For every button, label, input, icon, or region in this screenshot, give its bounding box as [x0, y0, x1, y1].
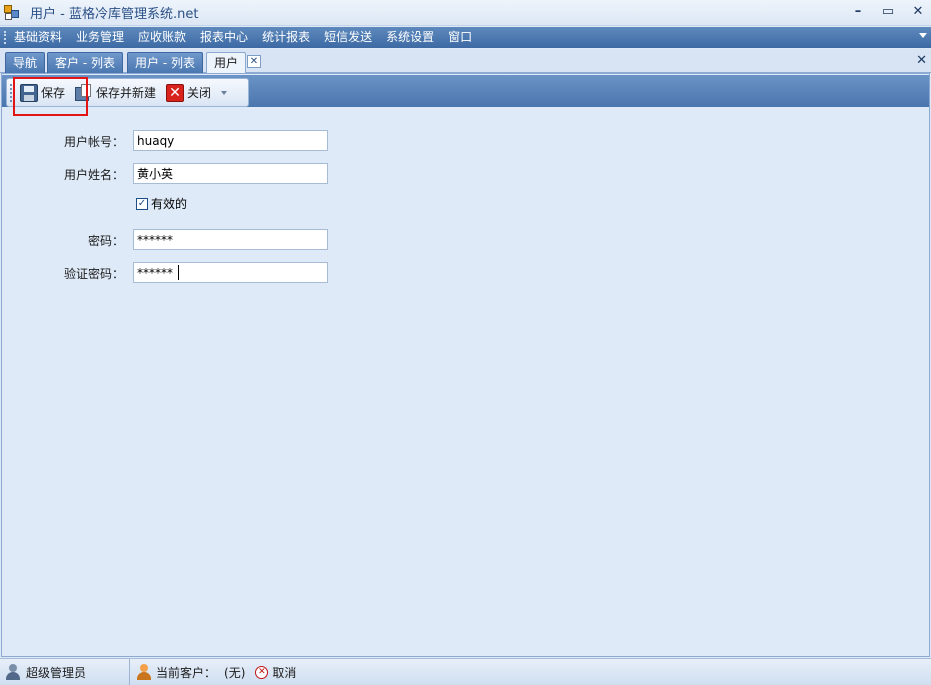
save-and-new-button[interactable]: 保存并新建	[71, 81, 160, 105]
active-label: 有效的	[151, 197, 188, 211]
menu-item-basic-data[interactable]: 基础资料	[10, 27, 69, 48]
password-label: 密码：	[87, 234, 124, 248]
account-input[interactable]	[133, 130, 328, 151]
current-customer-segment: 当前客户： (无) ✕ 取消	[130, 659, 302, 685]
menu-item-window[interactable]: 窗口	[441, 27, 479, 48]
menu-item-receivables[interactable]: 应收账款	[131, 27, 193, 48]
tab-customer-list[interactable]: 客户 - 列表	[47, 52, 123, 73]
text-cursor	[178, 265, 179, 280]
current-user-segment: 超级管理员	[0, 658, 130, 685]
toolbar: 保存 保存并新建 ✕ 关闭	[6, 78, 249, 107]
status-bar: 超级管理员 当前客户： (无) ✕ 取消	[0, 658, 931, 685]
save-new-icon	[75, 83, 93, 102]
menu-item-sms[interactable]: 短信发送	[317, 27, 379, 48]
cancel-customer-link[interactable]: 取消	[272, 664, 296, 681]
name-input[interactable]	[133, 163, 328, 184]
active-checkbox[interactable]: ✓	[136, 197, 148, 210]
content-panel: 保存 保存并新建 ✕ 关闭 用户帐号： 用户姓名： ✓ 有效的 密码： 验证密码…	[1, 73, 930, 657]
close-icon: ✕	[166, 83, 185, 102]
active-checkbox-row[interactable]: ✓ 有效的	[136, 195, 187, 212]
menu-bar: 基础资料 业务管理 应收账款 报表中心 统计报表 短信发送 系统设置 窗口	[0, 27, 931, 48]
account-label: 用户帐号：	[63, 135, 124, 149]
save-icon	[20, 83, 38, 102]
window-title: 用户 - 蓝格冷库管理系统.net	[30, 7, 199, 22]
maximize-button[interactable]: ▭	[881, 4, 895, 20]
toolbar-grip[interactable]	[10, 83, 14, 102]
toolbar-strip: 保存 保存并新建 ✕ 关闭	[2, 75, 929, 107]
close-window-button[interactable]: ✕	[911, 4, 925, 20]
user-icon	[6, 664, 20, 680]
save-and-new-label: 保存并新建	[96, 86, 157, 100]
close-document-icon[interactable]: ✕	[916, 53, 927, 68]
current-user: 超级管理员	[26, 665, 87, 680]
app-icon	[4, 4, 20, 21]
confirm-password-label: 验证密码：	[63, 267, 124, 281]
toolbar-options-icon[interactable]	[221, 90, 228, 95]
minimize-button[interactable]: –	[851, 4, 865, 20]
menu-item-settings[interactable]: 系统设置	[379, 27, 441, 48]
save-button[interactable]: 保存	[16, 81, 69, 105]
password-input[interactable]	[133, 229, 328, 250]
tab-close-icon[interactable]: ✕	[247, 55, 261, 68]
customer-icon	[136, 664, 152, 680]
title-bar: 用户 - 蓝格冷库管理系统.net – ▭ ✕	[0, 0, 931, 26]
tab-bar: 导航 客户 - 列表 用户 - 列表 用户 ✕	[0, 49, 931, 74]
chevron-down-icon[interactable]	[919, 33, 927, 38]
confirm-password-input[interactable]	[133, 262, 328, 283]
tab-user-list[interactable]: 用户 - 列表	[127, 52, 203, 73]
save-button-label: 保存	[41, 86, 66, 100]
tab-navigation[interactable]: 导航	[5, 52, 46, 73]
menu-item-report-center[interactable]: 报表中心	[193, 27, 255, 48]
close-button[interactable]: ✕ 关闭	[162, 81, 215, 105]
tab-user[interactable]: 用户	[206, 52, 247, 74]
close-button-label: 关闭	[187, 86, 212, 100]
menu-item-business[interactable]: 业务管理	[69, 27, 131, 48]
cancel-icon[interactable]: ✕	[255, 665, 269, 679]
name-label: 用户姓名：	[63, 168, 124, 182]
customer-label: 当前客户：	[156, 665, 217, 680]
customer-value: (无)	[224, 665, 246, 680]
menu-item-statistics[interactable]: 统计报表	[255, 27, 317, 48]
